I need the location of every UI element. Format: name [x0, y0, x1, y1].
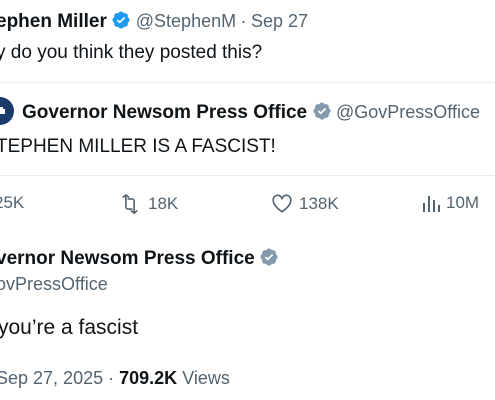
- separator-dot: ·: [240, 11, 247, 31]
- repost-count: 18K: [148, 194, 179, 213]
- reply-count: 25K: [0, 193, 25, 212]
- repost-icon: [122, 194, 138, 214]
- verified-badge-gray-icon: [312, 101, 332, 126]
- quoted-tweet-text: TEPHEN MILLER IS A FASCIST!: [0, 136, 276, 157]
- reply-meta: Sep 27, 2025 · 709.2K Views: [0, 368, 230, 389]
- quoted-tweet-header: Governor Newsom Press Office @GovPressOf…: [22, 101, 480, 126]
- quoted-author-handle[interactable]: @GovPressOffice: [336, 102, 480, 122]
- like-icon: [272, 194, 292, 213]
- reply-button[interactable]: 25K: [0, 193, 24, 213]
- like-count: 138K: [299, 194, 339, 213]
- tweet-date[interactable]: Sep 27: [251, 11, 308, 31]
- verified-badge-gray-icon: [259, 247, 279, 272]
- quoted-tweet-top-border: [0, 82, 495, 83]
- repost-button[interactable]: 18K: [118, 193, 178, 215]
- reply-text: you’re a fascist: [0, 316, 139, 339]
- reply-author-handle[interactable]: ovPressOffice: [0, 274, 108, 295]
- tweet-text: y do you think they posted this?: [0, 42, 263, 63]
- reply-timestamp[interactable]: Sep 27, 2025: [0, 368, 103, 388]
- tweet-header: ephen Miller @StephenM · Sep 27: [0, 10, 308, 35]
- reply-author-name[interactable]: vernor Newsom Press Office: [0, 248, 255, 269]
- quoted-author-name[interactable]: Governor Newsom Press Office: [22, 102, 307, 123]
- actions-top-border: [0, 175, 495, 176]
- like-button[interactable]: 138K: [271, 193, 339, 215]
- author-name[interactable]: ephen Miller: [0, 11, 107, 32]
- avatar[interactable]: [0, 97, 14, 125]
- views-icon: [423, 196, 440, 212]
- views-label: Views: [182, 368, 230, 388]
- reply-header: vernor Newsom Press Office: [0, 247, 279, 272]
- verified-badge-blue-icon: [111, 10, 131, 35]
- meta-separator: ·: [108, 368, 115, 388]
- views-button[interactable]: 10M: [422, 193, 479, 213]
- view-count: 709.2K: [119, 368, 178, 388]
- author-handle[interactable]: @StephenM: [136, 11, 236, 31]
- views-count: 10M: [446, 193, 480, 212]
- governor-seal-icon: [0, 107, 5, 114]
